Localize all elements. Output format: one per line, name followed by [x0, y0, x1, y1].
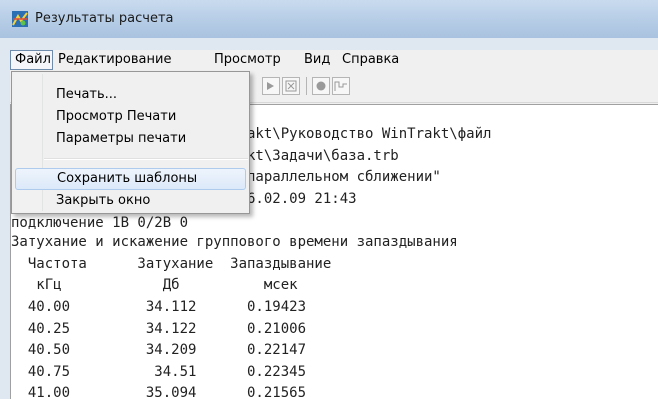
menu-item-close-window[interactable]: Закрыть окно: [15, 190, 246, 212]
file-menu-dropdown: Печать... Просмотр Печати Параметры печа…: [11, 71, 250, 214]
report-line: Затухание и искажение группового времени…: [11, 234, 458, 250]
data-row: 40.75 34.51 0.22345: [11, 364, 307, 380]
menu-item-save-templates[interactable]: Сохранить шаблоны: [15, 168, 246, 190]
menu-file[interactable]: Файл: [10, 50, 53, 70]
column-units: кГц Дб мсек: [11, 277, 298, 293]
menu-edit[interactable]: Редактирование: [54, 50, 175, 70]
menu-item-print-preview[interactable]: Просмотр Печати: [15, 106, 246, 128]
title-bar[interactable]: Результаты расчета: [0, 0, 658, 39]
menu-item-print[interactable]: Печать...: [15, 84, 246, 106]
data-row: 40.50 34.209 0.22147: [11, 342, 307, 358]
column-headers: Частота Затухание Запаздывание: [11, 256, 332, 272]
data-row: 40.00 34.112 0.19423: [11, 299, 307, 315]
app-icon: [12, 11, 28, 27]
data-row: 41.00 35.094 0.21565: [11, 385, 307, 401]
cross-icon[interactable]: [282, 77, 300, 95]
menu-display[interactable]: Вид: [300, 50, 334, 70]
menu-bar: Файл Редактирование Просмотр Вид Справка: [10, 50, 658, 70]
window-title: Результаты расчета: [35, 11, 174, 26]
record-icon[interactable]: [312, 77, 330, 95]
menu-separator: [44, 158, 248, 160]
arrow-right-icon[interactable]: [262, 77, 280, 95]
menu-view[interactable]: Просмотр: [210, 50, 285, 70]
toolbar-separator: [306, 77, 307, 95]
wave-icon[interactable]: [332, 77, 350, 95]
report-line: подключение 1B 0/2B 0: [11, 215, 189, 231]
menu-help[interactable]: Справка: [338, 50, 403, 70]
menu-item-print-settings[interactable]: Параметры печати: [15, 128, 246, 150]
data-row: 40.25 34.122 0.21006: [11, 321, 307, 337]
